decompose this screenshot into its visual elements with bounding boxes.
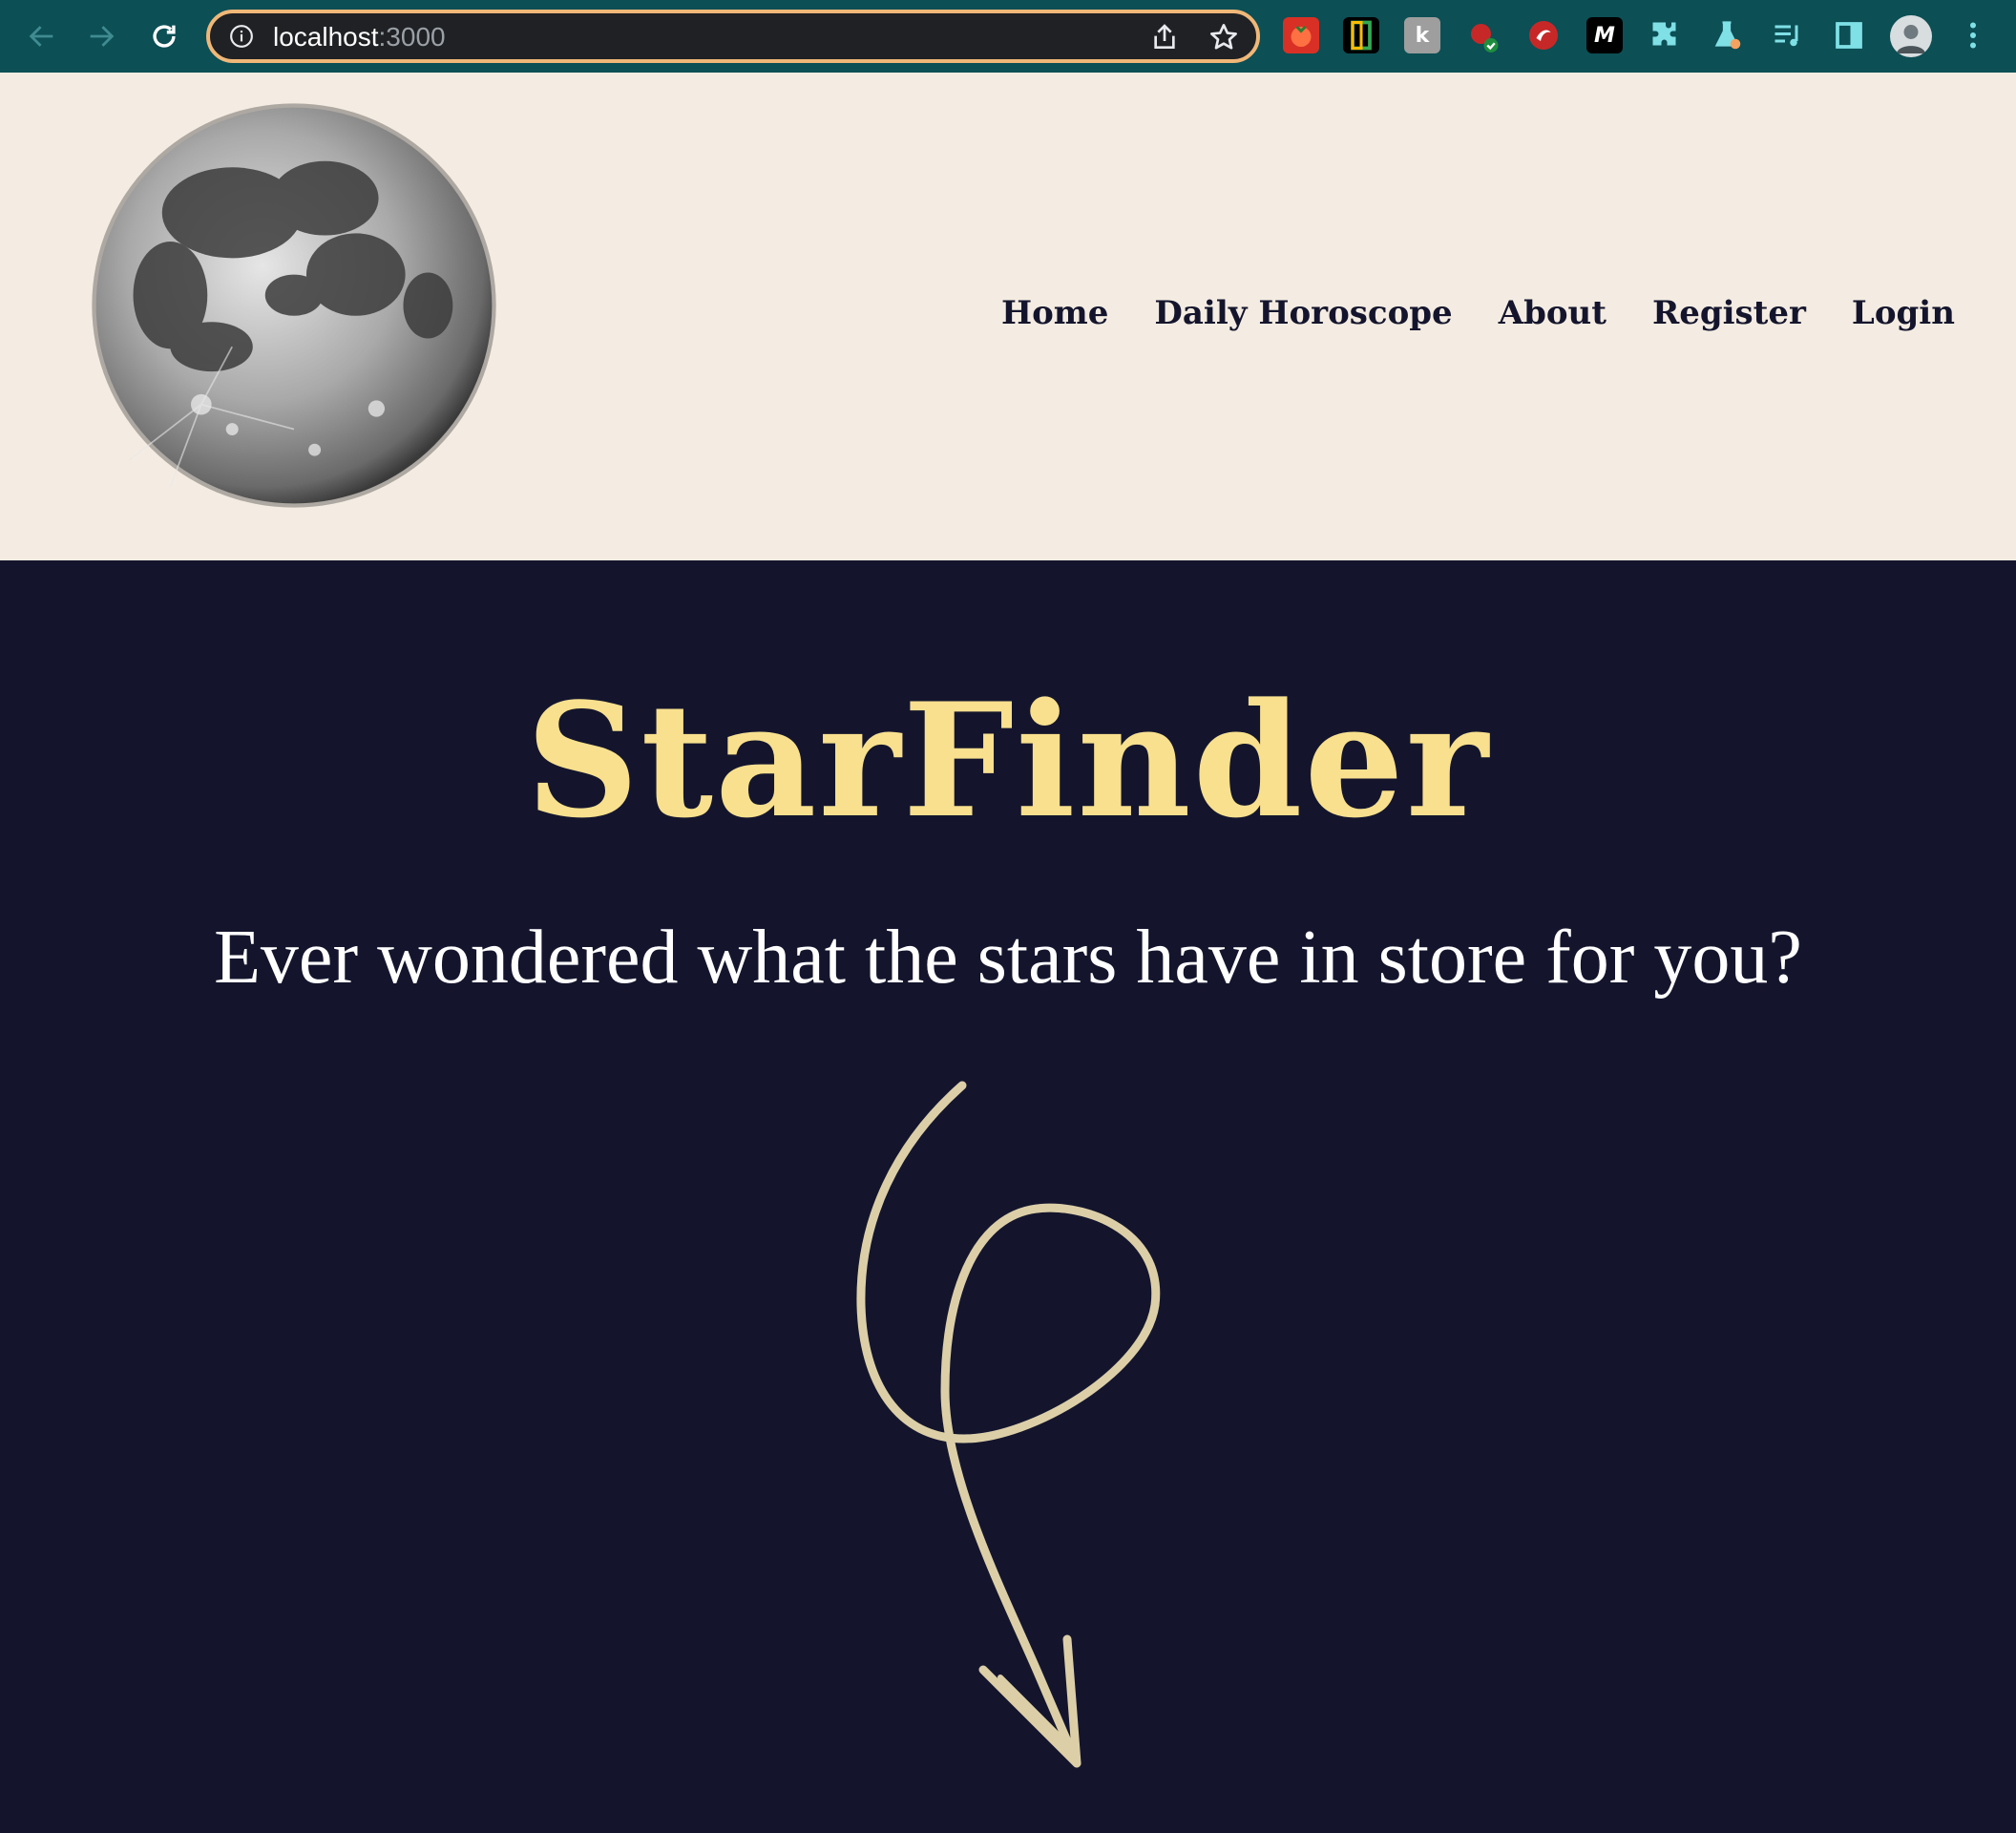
k-extension-icon[interactable]: k (1404, 17, 1440, 53)
page-glyph-icon (1351, 20, 1372, 51)
forward-arrow-icon (90, 26, 115, 47)
back-arrow-icon (29, 26, 53, 47)
moon-logo[interactable] (88, 99, 500, 512)
raspberry-extension-icon[interactable] (1464, 17, 1501, 53)
page-extension-icon[interactable] (1343, 17, 1379, 53)
nav-about[interactable]: About (1499, 294, 1606, 332)
nav-register[interactable]: Register (1652, 294, 1806, 332)
curly-arrow-down-icon[interactable] (840, 1076, 1184, 1801)
flask-glyph-icon (1714, 21, 1741, 50)
site-header: Home Daily Horoscope About Register Logi… (0, 73, 2016, 560)
nav-daily-horoscope[interactable]: Daily Horoscope (1154, 294, 1452, 332)
main-nav: Home Daily Horoscope About Register Logi… (1001, 294, 1955, 332)
url-port: :3000 (378, 22, 446, 52)
red-circle-extension-icon[interactable] (1525, 17, 1562, 53)
url-host: localhost (273, 22, 379, 52)
m-extension-icon[interactable]: M (1586, 17, 1623, 53)
k-extension-label: k (1415, 23, 1430, 48)
hero-section: StarFinder Ever wondered what the stars … (0, 560, 2016, 1833)
reload-button[interactable] (141, 13, 187, 59)
side-panel-glyph-icon (1836, 22, 1862, 49)
forward-button[interactable] (78, 13, 124, 59)
address-bar[interactable]: localhost:3000 (206, 10, 1260, 63)
avatar-icon (1897, 25, 1925, 53)
puzzle-extensions-icon[interactable] (1648, 17, 1684, 53)
tomato-extension-icon[interactable] (1283, 17, 1319, 53)
kebab-menu-icon (1970, 22, 1976, 49)
media-glyph-icon (1774, 25, 1798, 47)
reload-icon (153, 25, 176, 48)
side-panel-icon[interactable] (1831, 17, 1867, 53)
url-text[interactable]: localhost:3000 (273, 23, 446, 52)
red-circle-glyph-icon (1529, 21, 1558, 50)
site-info-icon[interactable] (229, 24, 254, 49)
bookmark-star-icon[interactable] (1208, 22, 1239, 53)
hero-title: StarFinder (525, 668, 1491, 853)
hero-subtitle: Ever wondered what the stars have in sto… (214, 916, 1802, 1000)
profile-avatar[interactable] (1890, 15, 1932, 57)
nav-home[interactable]: Home (1001, 294, 1108, 332)
share-icon[interactable] (1149, 22, 1180, 53)
media-controls-icon[interactable] (1770, 17, 1806, 53)
puzzle-glyph-icon (1652, 22, 1676, 46)
m-extension-label: M (1594, 23, 1615, 48)
nav-login[interactable]: Login (1852, 294, 1955, 332)
raspberry-glyph-icon (1471, 24, 1499, 53)
browser-toolbar: localhost:3000 k M (0, 0, 2016, 73)
browser-menu-button[interactable] (1955, 17, 1991, 53)
back-button[interactable] (19, 13, 65, 59)
tomato-glyph-icon (1291, 25, 1312, 47)
flask-extension-icon[interactable] (1709, 17, 1745, 53)
